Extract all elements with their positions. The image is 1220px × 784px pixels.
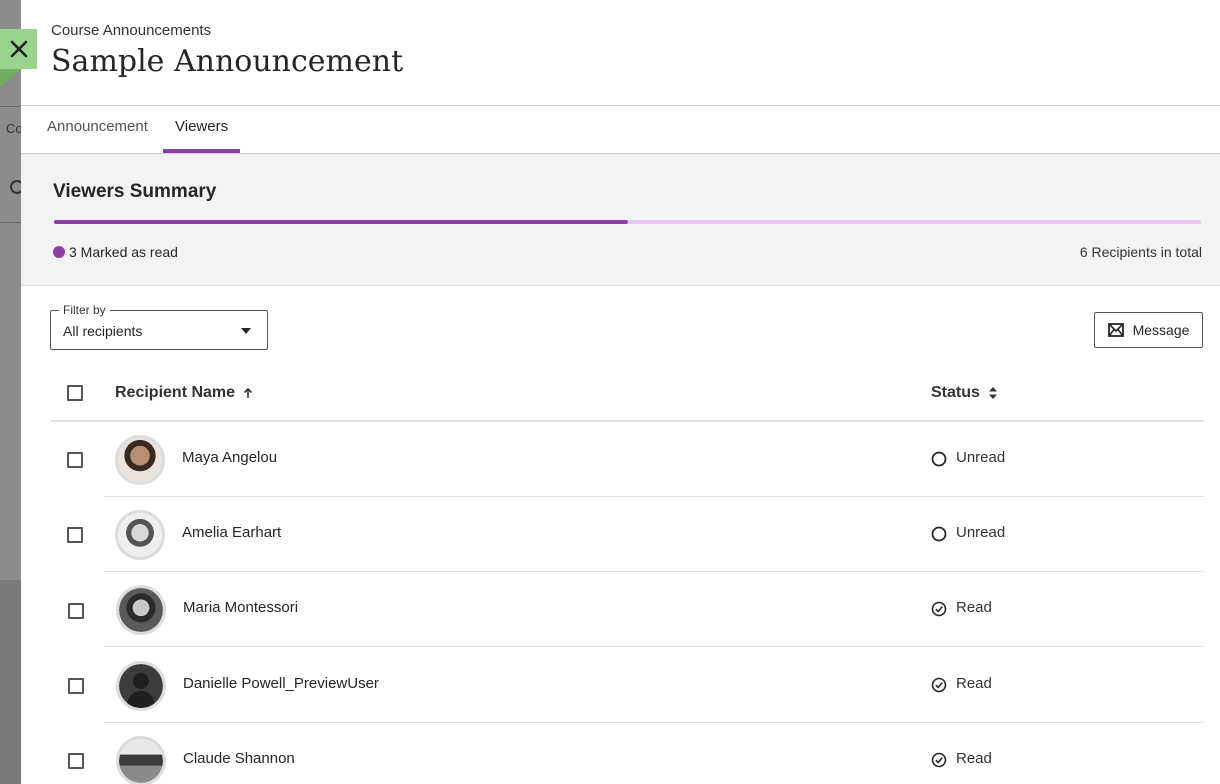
recipient-name-cell: Amelia Earhart — [104, 497, 920, 572]
avatar — [116, 736, 166, 784]
status-label: Read — [956, 750, 992, 767]
status-cell: Read — [920, 648, 1204, 723]
status-label: Unread — [956, 524, 1006, 541]
sort-toggle-icon — [988, 387, 997, 399]
avatar — [115, 435, 165, 485]
caret-down-icon — [241, 328, 251, 334]
unread-circle-icon — [931, 451, 947, 467]
status-cell: Read — [920, 723, 1204, 784]
tab-announcement[interactable]: Announcement — [35, 106, 160, 153]
message-button[interactable]: Message — [1094, 312, 1203, 348]
column-header-name[interactable]: Recipient Name — [115, 384, 253, 402]
table-row: Danielle Powell_PreviewUser Read — [51, 648, 1204, 723]
status-label: Read — [956, 599, 992, 616]
status-label: Unread — [956, 449, 1006, 466]
select-all-checkbox[interactable] — [67, 385, 83, 401]
row-checkbox[interactable] — [68, 753, 84, 769]
recipient-name: Danielle Powell_PreviewUser — [183, 675, 379, 692]
sort-ascending-icon — [243, 387, 253, 398]
background-overlay — [0, 0, 22, 580]
table-row: Amelia Earhart Unread — [51, 497, 1204, 572]
filter-value: All recipients — [63, 323, 143, 339]
read-check-icon — [931, 677, 947, 693]
column-header-status[interactable]: Status — [931, 384, 998, 402]
close-panel-button[interactable] — [0, 29, 37, 69]
filter-select[interactable]: Filter by All recipients — [50, 303, 268, 350]
read-legend: 3 Marked as read — [53, 244, 178, 260]
status-cell: Unread — [920, 497, 1204, 572]
row-checkbox[interactable] — [67, 452, 83, 468]
recipient-name-cell: Maria Montessori — [104, 572, 920, 647]
recipients-total: 6 Recipients in total — [1079, 244, 1202, 260]
page-title: Sample Announcement — [51, 44, 404, 79]
status-cell: Unread — [920, 422, 1204, 497]
announcement-panel: Course Announcements Sample Announcement… — [21, 0, 1220, 784]
row-checkbox[interactable] — [68, 603, 84, 619]
row-checkbox[interactable] — [67, 527, 83, 543]
message-button-label: Message — [1132, 322, 1190, 338]
panel-header: Course Announcements Sample Announcement — [21, 0, 1220, 106]
column-header-status-label: Status — [931, 384, 980, 401]
recipient-name-cell: Maya Angelou — [104, 422, 920, 497]
tab-viewers[interactable]: Viewers — [163, 106, 241, 153]
avatar — [115, 510, 165, 560]
default-user-icon — [127, 673, 155, 708]
close-button-tail — [0, 69, 22, 87]
background-page: Co — [0, 0, 24, 784]
read-legend-dot — [53, 246, 65, 258]
row-checkbox[interactable] — [68, 678, 84, 694]
tab-bar: Announcement Viewers — [21, 106, 1220, 154]
read-check-icon — [931, 752, 947, 768]
recipient-name: Maya Angelou — [182, 449, 278, 466]
recipient-name: Claude Shannon — [183, 750, 295, 767]
read-progress-fill — [54, 220, 628, 224]
table-row: Maria Montessori Read — [51, 572, 1204, 647]
recipient-name-cell: Claude Shannon — [104, 723, 920, 784]
avatar — [116, 661, 166, 711]
breadcrumb[interactable]: Course Announcements — [51, 22, 211, 39]
filter-label: Filter by — [59, 303, 110, 317]
avatar — [116, 585, 166, 635]
read-count-label: 3 Marked as read — [69, 244, 178, 260]
close-icon — [10, 40, 27, 58]
unread-circle-icon — [931, 526, 947, 542]
background-divider — [0, 106, 22, 107]
background-divider — [0, 222, 22, 223]
recipient-name-cell: Danielle Powell_PreviewUser — [104, 648, 920, 723]
table-header: Recipient Name Status — [51, 372, 1204, 422]
recipient-name: Amelia Earhart — [182, 524, 282, 541]
viewers-summary: Viewers Summary 3 Marked as read 6 Recip… — [21, 154, 1220, 286]
recipient-name: Maria Montessori — [183, 599, 299, 616]
status-cell: Read — [920, 572, 1204, 647]
table-row: Maya Angelou Unread — [51, 422, 1204, 497]
column-header-name-label: Recipient Name — [115, 384, 236, 401]
read-check-icon — [931, 601, 947, 617]
table-row: Claude Shannon Read — [51, 723, 1204, 784]
read-progress-bar — [54, 220, 1201, 224]
envelope-icon — [1107, 323, 1124, 337]
status-label: Read — [956, 675, 992, 692]
summary-title: Viewers Summary — [53, 181, 217, 202]
